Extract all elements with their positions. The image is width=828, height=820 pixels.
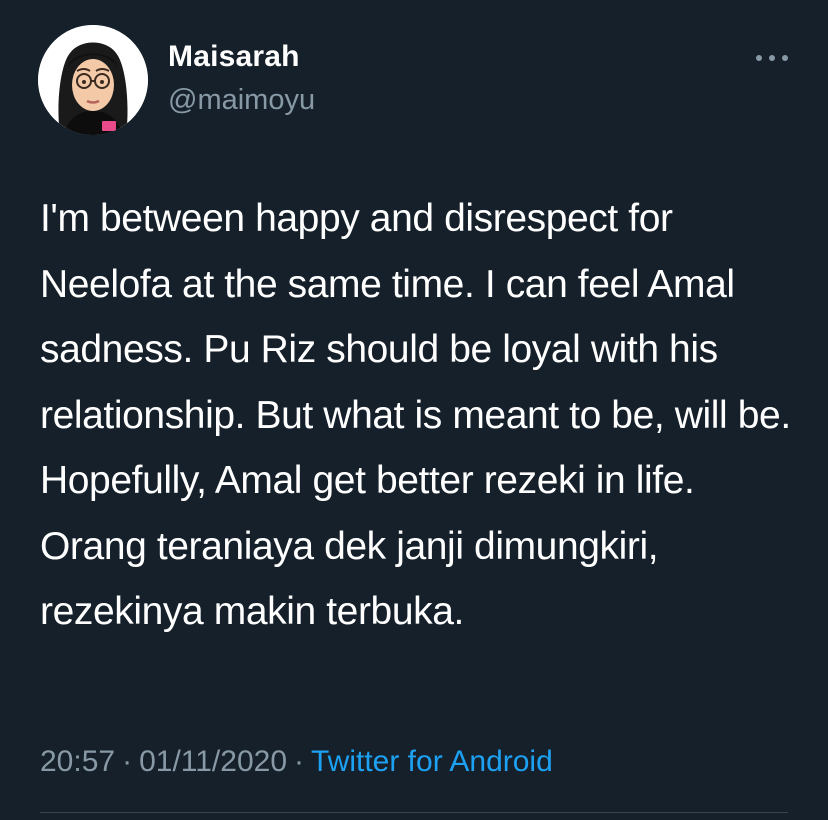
tweet-date[interactable]: 01/11/2020 bbox=[139, 745, 287, 778]
avatar[interactable] bbox=[38, 25, 148, 135]
tweet-text: I'm between happy and disrespect for Nee… bbox=[40, 197, 791, 633]
tweet-source-link[interactable]: Twitter for Android bbox=[311, 745, 553, 778]
meta-separator: · bbox=[294, 745, 304, 778]
more-dot bbox=[756, 55, 762, 61]
tweet-card: Maisarah @maimoyu I'm between happy and … bbox=[0, 0, 828, 820]
divider bbox=[40, 812, 788, 813]
bitmoji-avatar-icon bbox=[38, 25, 148, 135]
meta-separator: · bbox=[122, 745, 133, 778]
tweet-meta: 20:57 · 01/11/2020 · Twitter for Android bbox=[40, 745, 553, 779]
tweet-time[interactable]: 20:57 bbox=[40, 745, 115, 778]
more-options-icon[interactable] bbox=[756, 48, 788, 68]
author-display-name[interactable]: Maisarah bbox=[168, 40, 300, 74]
more-dot bbox=[769, 55, 775, 61]
more-dot bbox=[782, 55, 788, 61]
author-handle[interactable]: @maimoyu bbox=[168, 84, 315, 117]
